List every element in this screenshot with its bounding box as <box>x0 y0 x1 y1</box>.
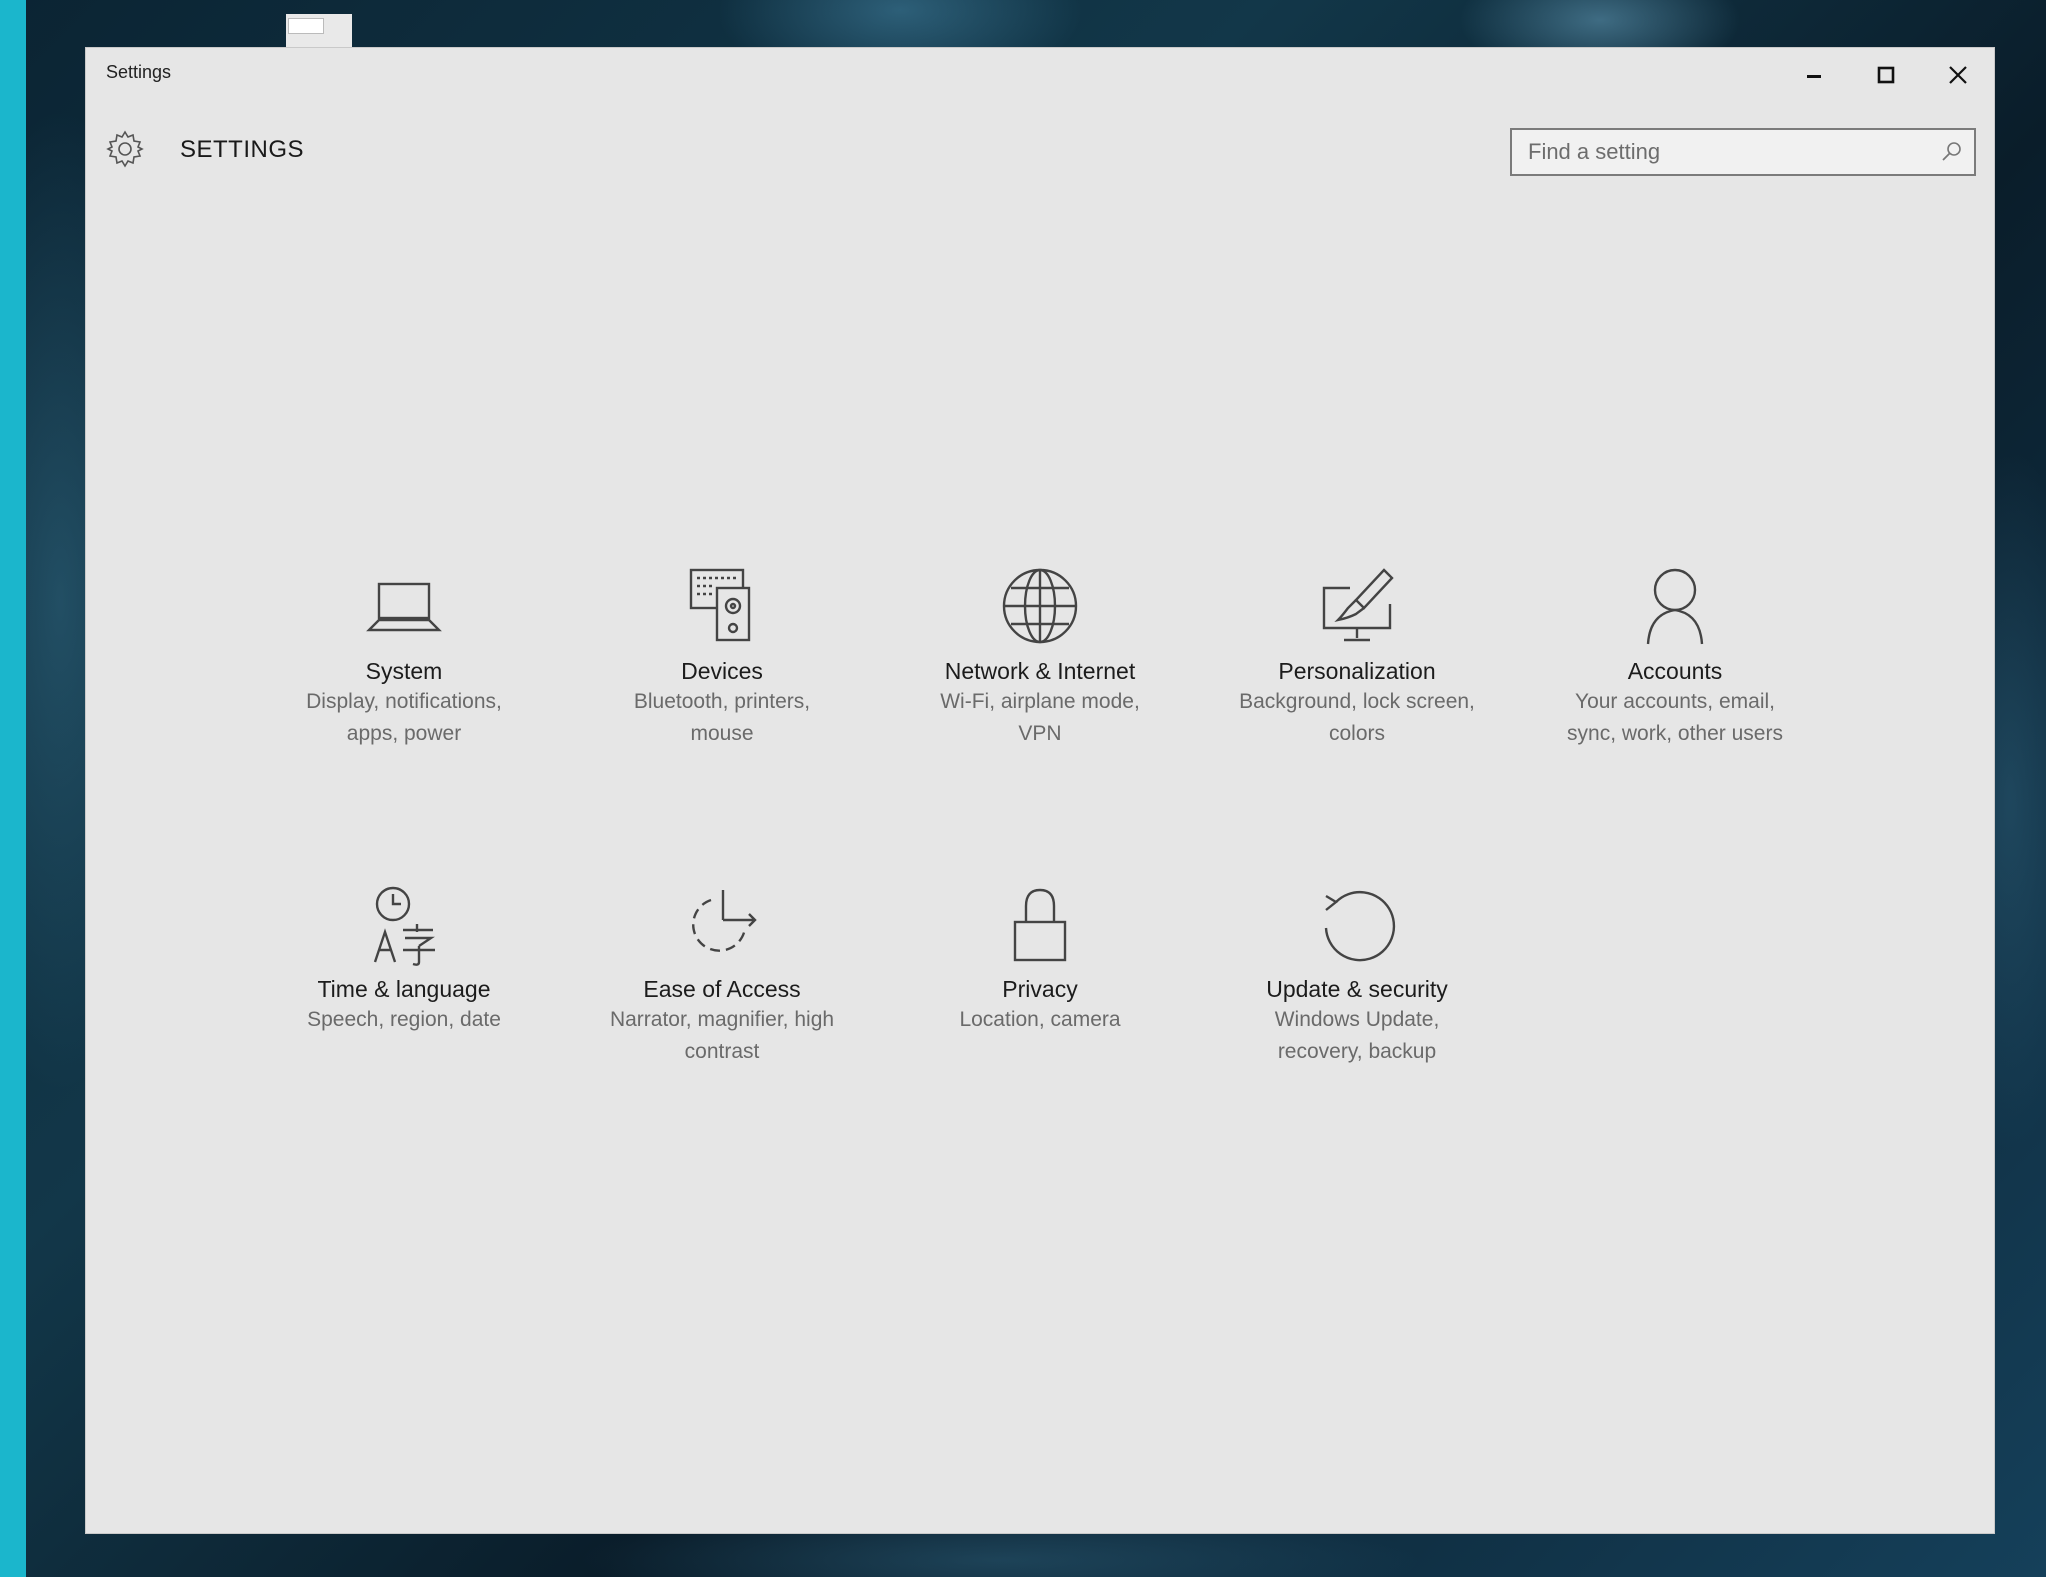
globe-icon <box>1002 568 1078 644</box>
page-title: SETTINGS <box>180 136 305 163</box>
close-button[interactable] <box>1922 48 1994 102</box>
tile-title: Time & language <box>317 976 491 1002</box>
tile-description: Display, notifications, apps, power <box>306 690 502 745</box>
tile-title: Personalization <box>1278 658 1436 684</box>
tile-title: System <box>365 658 443 684</box>
tile-title: Devices <box>681 658 763 684</box>
tile-ease-of-access[interactable]: Ease of Access Narrator, magnifier, high… <box>582 878 862 1068</box>
close-icon <box>1949 66 1967 84</box>
tile-description: Bluetooth, printers, mouse <box>633 690 811 745</box>
tile-description: Windows Update, recovery, backup <box>1274 1008 1440 1063</box>
tile-description: Your accounts, email, sync, work, other … <box>1567 690 1783 745</box>
maximize-icon <box>1877 66 1895 84</box>
search-input[interactable] <box>1512 130 1938 174</box>
tile-title: Ease of Access <box>643 976 801 1002</box>
tile-network-internet[interactable]: Network & Internet Wi-Fi, airplane mode,… <box>900 560 1180 750</box>
tile-description: Background, lock screen, colors <box>1239 690 1475 745</box>
tile-description: Narrator, magnifier, high contrast <box>609 1008 835 1063</box>
tile-description: Wi-Fi, airplane mode, VPN <box>940 690 1140 745</box>
minimize-icon <box>1807 75 1821 78</box>
tile-system[interactable]: System Display, notifications, apps, pow… <box>264 560 544 750</box>
minimize-button[interactable] <box>1778 48 1850 102</box>
tile-privacy[interactable]: Privacy Location, camera <box>900 878 1180 1036</box>
desktop-edge <box>0 0 26 1577</box>
window-title: Settings <box>106 62 172 82</box>
search-box[interactable] <box>1510 128 1976 176</box>
tile-description: Location, camera <box>959 1008 1121 1031</box>
settings-header: SETTINGS <box>86 114 1994 186</box>
maximize-button[interactable] <box>1850 48 1922 102</box>
tile-title: Update & security <box>1266 976 1448 1002</box>
window-controls <box>1778 48 1994 102</box>
paintbrush-monitor-icon <box>1322 568 1394 642</box>
person-icon <box>1646 568 1704 645</box>
tile-title: Network & Internet <box>944 658 1136 684</box>
tile-accounts[interactable]: Accounts Your accounts, email, sync, wor… <box>1535 560 1815 750</box>
settings-window: Settings SETTINGS Find a setting System … <box>86 48 1994 1533</box>
lock-icon <box>1013 888 1067 962</box>
tile-description: Speech, region, date <box>307 1008 501 1031</box>
refresh-icon <box>1324 890 1396 962</box>
tile-devices[interactable]: Devices Bluetooth, printers, mouse <box>582 560 862 750</box>
gear-icon <box>106 130 144 168</box>
keyboard-speaker-icon <box>689 568 751 642</box>
background-window-peek <box>286 14 352 50</box>
tile-personalization[interactable]: Personalization Background, lock screen,… <box>1217 560 1497 750</box>
search-icon[interactable] <box>1940 140 1964 164</box>
clock-language-icon <box>373 886 435 966</box>
tile-title: Accounts <box>1627 658 1723 684</box>
tile-update-security[interactable]: Update & security Windows Update, recove… <box>1217 878 1497 1068</box>
ease-of-access-icon <box>692 890 757 952</box>
laptop-icon <box>366 582 442 632</box>
tile-time-language[interactable]: Time & language Speech, region, date <box>264 878 544 1036</box>
tile-title: Privacy <box>1002 976 1078 1002</box>
